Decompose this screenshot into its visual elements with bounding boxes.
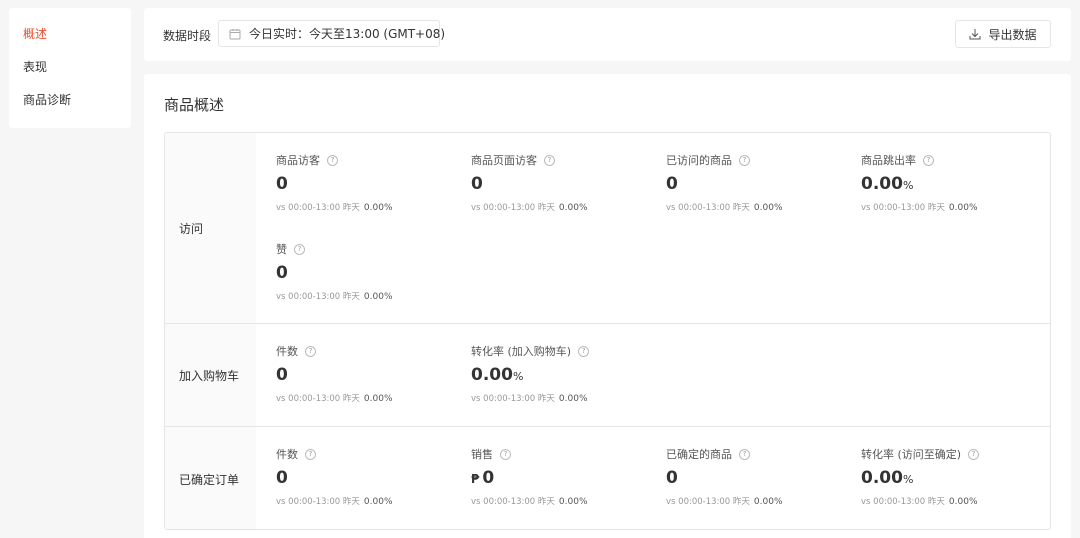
metric-compare: vs 00:00-13:00 昨天 0.00% (861, 497, 978, 507)
metric-value: ₱ 0 (471, 468, 495, 488)
help-icon[interactable]: ? (739, 154, 750, 166)
group-label: 访问 (165, 133, 256, 323)
metric-value: 0 (276, 263, 288, 283)
metric-confirmed-products: 已确定的商品? 0 vs 00:00-13:00 昨天 0.00% (666, 446, 856, 507)
metric-visit-to-confirm-rate: 转化率 (访问至确定)? 0.00% vs 00:00-13:00 昨天 0.00… (861, 446, 1050, 507)
metric-product-page-visitors: 商品页面访客? 0 vs 00:00-13:00 昨天 0.00% (471, 152, 661, 213)
calendar-icon (229, 28, 241, 39)
metric-group-add-to-cart: 加入购物车 件数? 0 vs 00:00-13:00 昨天 0.00% 转化率 (… (165, 324, 1050, 427)
metric-value: 0.00% (471, 365, 524, 385)
metric-value: 0.00% (861, 174, 914, 194)
metric-value: 0 (276, 174, 288, 194)
sidebar-item-product-diagnosis[interactable]: 商品诊断 (9, 92, 131, 125)
metric-value: 0 (666, 174, 678, 194)
metric-value: 0.00% (861, 468, 914, 488)
metric-name: 已确定的商品 (666, 448, 732, 461)
metric-compare: vs 00:00-13:00 昨天 0.00% (666, 497, 783, 507)
group-label: 已确定订单 (165, 427, 256, 529)
date-range-text: 今日实时：今天至13:00 (GMT+08) (249, 27, 446, 41)
metrics-table: 访问 商品访客? 0 vs 00:00-13:00 昨天 0.00% 商品页面访客… (164, 132, 1051, 530)
metric-product-visitors: 商品访客? 0 vs 00:00-13:00 昨天 0.00% (276, 152, 466, 213)
metric-name: 商品访客 (276, 154, 320, 167)
help-icon[interactable]: ? (923, 154, 934, 166)
metric-compare: vs 00:00-13:00 昨天 0.00% (276, 292, 393, 302)
metric-cart-units: 件数? 0 vs 00:00-13:00 昨天 0.00% (276, 343, 466, 404)
metric-group-confirmed-orders: 已确定订单 件数? 0 vs 00:00-13:00 昨天 0.00% 销售? ₱… (165, 427, 1050, 529)
group-label: 加入购物车 (165, 324, 256, 426)
metric-compare: vs 00:00-13:00 昨天 0.00% (471, 394, 588, 404)
metric-sales: 销售? ₱ 0 vs 00:00-13:00 昨天 0.00% (471, 446, 661, 507)
metric-visited-products: 已访问的商品? 0 vs 00:00-13:00 昨天 0.00% (666, 152, 856, 213)
section-title: 商品概述 (164, 96, 225, 114)
sidebar-item-overview[interactable]: 概述 (9, 26, 131, 59)
metric-value: 0 (276, 365, 288, 385)
metric-name: 转化率 (访问至确定) (861, 448, 962, 461)
metric-compare: vs 00:00-13:00 昨天 0.00% (471, 203, 588, 213)
overview-panel: 商品概述 访问 商品访客? 0 vs 00:00-13:00 昨天 0.00% 商… (144, 74, 1071, 538)
metric-group-visits: 访问 商品访客? 0 vs 00:00-13:00 昨天 0.00% 商品页面访客… (165, 133, 1050, 324)
metric-name: 商品跳出率 (861, 154, 916, 167)
help-icon[interactable]: ? (305, 448, 316, 460)
sidebar-item-performance[interactable]: 表现 (9, 59, 131, 92)
date-range-picker[interactable]: 今日实时：今天至13:00 (GMT+08) (218, 20, 445, 47)
metric-order-units: 件数? 0 vs 00:00-13:00 昨天 0.00% (276, 446, 466, 507)
metric-likes: 赞? 0 vs 00:00-13:00 昨天 0.00% (276, 241, 466, 302)
sidebar: 概述 表现 商品诊断 (9, 8, 131, 128)
metric-name: 转化率 (加入购物车) (471, 345, 572, 358)
help-icon[interactable]: ? (500, 448, 511, 460)
metric-name: 赞 (276, 243, 287, 256)
filter-bar: 数据时段 今日实时：今天至13:00 (GMT+08) 导出数据 (144, 8, 1071, 61)
metric-compare: vs 00:00-13:00 昨天 0.00% (276, 394, 393, 404)
export-label: 导出数据 (988, 27, 1037, 42)
currency-symbol: ₱ (471, 472, 480, 486)
help-icon[interactable]: ? (294, 243, 305, 255)
metric-compare: vs 00:00-13:00 昨天 0.00% (276, 497, 393, 507)
help-icon[interactable]: ? (305, 345, 316, 357)
help-icon[interactable]: ? (544, 154, 555, 166)
metric-name: 件数 (276, 448, 298, 461)
period-label: 数据时段 (163, 29, 212, 43)
download-icon (969, 29, 981, 40)
metric-compare: vs 00:00-13:00 昨天 0.00% (666, 203, 783, 213)
metric-name: 商品页面访客 (471, 154, 537, 167)
metric-name: 销售 (471, 448, 493, 461)
help-icon[interactable]: ? (968, 448, 980, 460)
metric-value: 0 (666, 468, 678, 488)
export-data-button[interactable]: 导出数据 (955, 20, 1051, 48)
help-icon[interactable]: ? (739, 448, 750, 460)
metric-name: 件数 (276, 345, 298, 358)
metric-product-bounce-rate: 商品跳出率? 0.00% vs 00:00-13:00 昨天 0.00% (861, 152, 1050, 213)
metric-name: 已访问的商品 (666, 154, 732, 167)
help-icon[interactable]: ? (327, 154, 338, 166)
metric-compare: vs 00:00-13:00 昨天 0.00% (471, 497, 588, 507)
metric-value: 0 (276, 468, 288, 488)
metric-compare: vs 00:00-13:00 昨天 0.00% (276, 203, 393, 213)
metric-cart-conversion-rate: 转化率 (加入购物车)? 0.00% vs 00:00-13:00 昨天 0.00… (471, 343, 661, 404)
help-icon[interactable]: ? (578, 345, 590, 357)
metric-value: 0 (471, 174, 483, 194)
metric-compare: vs 00:00-13:00 昨天 0.00% (861, 203, 978, 213)
